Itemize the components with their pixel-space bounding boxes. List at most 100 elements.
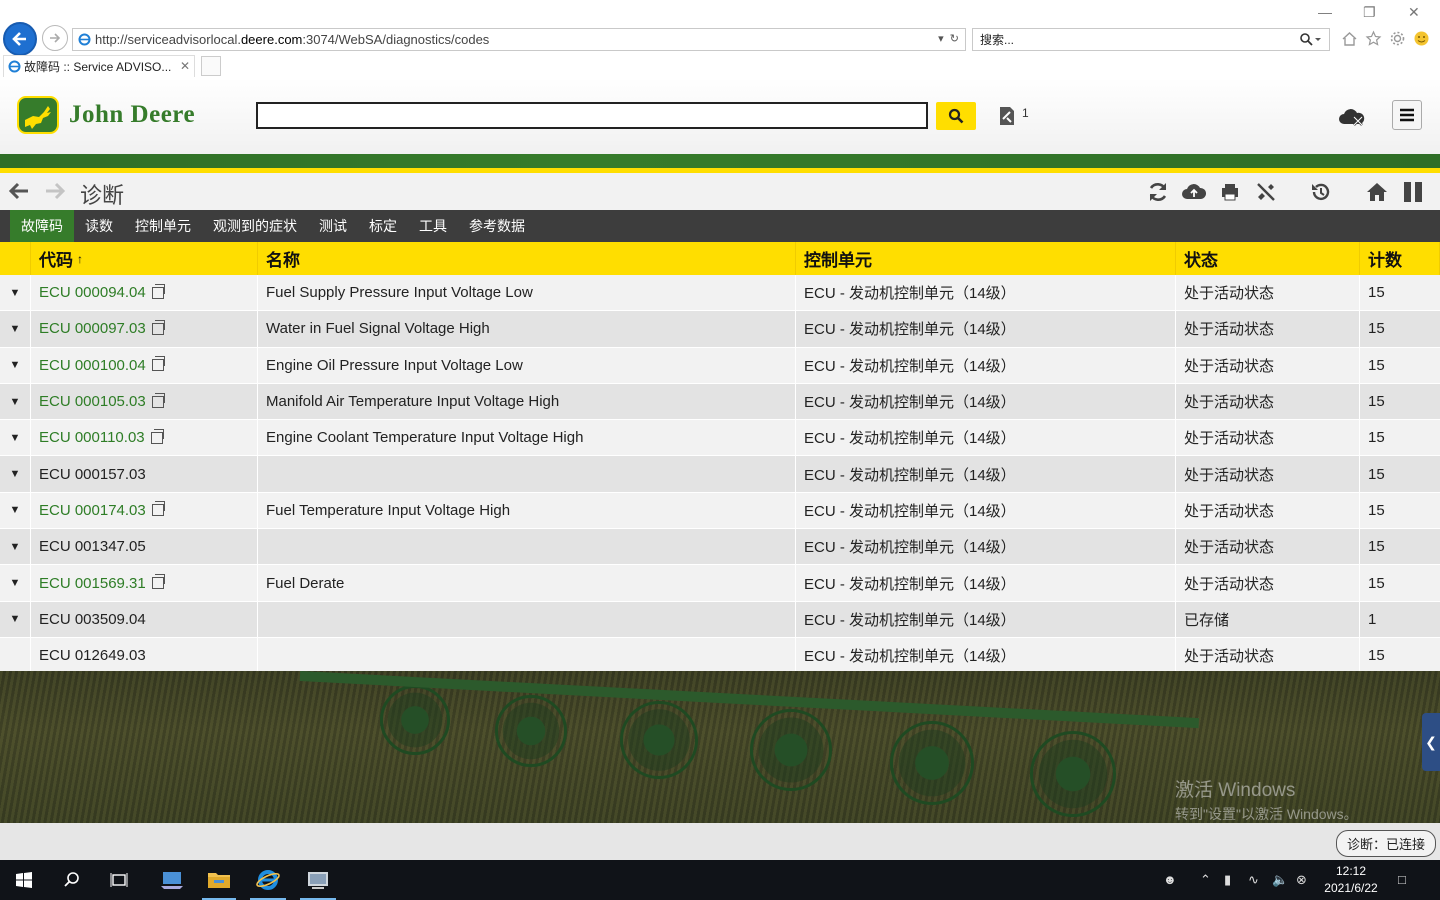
- nav-back-icon[interactable]: [8, 181, 30, 201]
- expand-row-icon[interactable]: ▼: [0, 347, 31, 383]
- taskbar-app-remote-icon[interactable]: [150, 860, 194, 900]
- taskbar-internet-explorer-icon[interactable]: [246, 860, 290, 900]
- tab-tools[interactable]: 工具: [408, 210, 458, 242]
- restore-icon[interactable]: ❐: [1363, 4, 1376, 21]
- fault-code[interactable]: ECU 000110.03: [39, 429, 145, 446]
- name-cell: Engine Oil Pressure Input Voltage Low: [258, 347, 796, 383]
- people-icon[interactable]: ☻: [1163, 872, 1177, 887]
- tab-calibrations[interactable]: 标定: [358, 210, 408, 242]
- browser-search-input[interactable]: 搜索...: [972, 28, 1330, 51]
- pause-icon[interactable]: [1400, 179, 1426, 205]
- table-row[interactable]: ▼ ECU 000110.03 Engine Coolant Temperature…: [0, 420, 1440, 457]
- new-tab-button[interactable]: [201, 56, 221, 76]
- home-icon[interactable]: [1364, 179, 1390, 205]
- taskbar-search-icon[interactable]: [56, 860, 88, 900]
- tab-observed-symptoms[interactable]: 观测到的症状: [202, 210, 308, 242]
- expand-row-icon[interactable]: ▼: [0, 383, 31, 420]
- header-status[interactable]: 状态: [1176, 242, 1360, 275]
- fault-code[interactable]: ECU 001569.31: [39, 575, 146, 592]
- table-row[interactable]: ▼ ECU 001347.05 ECU - 发动机控制单元（14级） 处于活动状态 15: [0, 529, 1440, 566]
- table-row[interactable]: ▼ ECU 001569.31 Fuel Derate ECU - 发动机控制单元（1…: [0, 565, 1440, 602]
- print-icon[interactable]: [1217, 179, 1243, 205]
- expand-row-icon[interactable]: ▼: [0, 275, 31, 311]
- copy-icon[interactable]: [151, 283, 165, 299]
- search-button[interactable]: [936, 102, 976, 130]
- tab-tests[interactable]: 测试: [308, 210, 358, 242]
- cloud-disconnected-button[interactable]: [1338, 107, 1366, 132]
- table-row[interactable]: ▼ ECU 000105.03 Manifold Air Temperature I…: [0, 383, 1440, 421]
- address-dropdown-refresh-icon[interactable]: ▾ ↻: [938, 32, 959, 45]
- header-count[interactable]: 计数: [1360, 242, 1440, 275]
- main-search-input[interactable]: [256, 102, 928, 129]
- header-code[interactable]: 代码 ↑: [31, 242, 258, 275]
- copy-icon[interactable]: [151, 392, 165, 408]
- nav-forward-icon[interactable]: [44, 181, 66, 201]
- tab-reference-data[interactable]: 参考数据: [458, 210, 536, 242]
- john-deere-logo[interactable]: John Deere: [17, 96, 195, 134]
- fault-code[interactable]: ECU 000174.03: [39, 502, 146, 519]
- fault-code[interactable]: ECU 000094.04: [39, 284, 146, 301]
- table-row[interactable]: ▼ ECU 000097.03 Water in Fuel Signal Volta…: [0, 311, 1440, 348]
- fault-code[interactable]: ECU 000105.03: [39, 393, 146, 410]
- fault-code[interactable]: ECU 000100.04: [39, 357, 146, 374]
- status-cell: 处于活动状态: [1176, 311, 1360, 347]
- tray-chevron-icon[interactable]: ⌃: [1200, 872, 1211, 888]
- table-row[interactable]: ▼ ECU 000174.03 Fuel Temperature Input Vol…: [0, 492, 1440, 530]
- tab-control-units[interactable]: 控制单元: [124, 210, 202, 242]
- copy-icon[interactable]: [150, 428, 164, 444]
- expand-row-icon[interactable]: ▼: [0, 601, 31, 637]
- expand-row-icon[interactable]: ▼: [0, 311, 31, 347]
- code-cell: ECU 000100.04: [31, 347, 258, 383]
- table-row[interactable]: ▼ ECU 000094.04 Fuel Supply Pressure Input…: [0, 275, 1440, 312]
- settings-gear-icon[interactable]: [1388, 29, 1406, 47]
- name-cell: Fuel Temperature Input Voltage High: [258, 492, 796, 529]
- minimize-icon[interactable]: —: [1318, 4, 1332, 20]
- taskbar-clock[interactable]: 12:12 2021/6/22: [1318, 863, 1384, 897]
- home-icon[interactable]: [1340, 29, 1358, 47]
- network-icon[interactable]: ∿: [1248, 872, 1259, 888]
- expand-row-icon[interactable]: ▼: [0, 565, 31, 601]
- header-control-unit[interactable]: 控制单元: [796, 242, 1176, 275]
- expand-row-icon[interactable]: ▼: [0, 492, 31, 529]
- browser-tab-active[interactable]: 故障码 :: Service ADVISO... ✕: [3, 55, 195, 77]
- close-window-icon[interactable]: ✕: [1408, 4, 1420, 21]
- feedback-smiley-icon[interactable]: [1412, 29, 1430, 47]
- notifications-icon[interactable]: □: [1398, 872, 1406, 887]
- tab-fault-codes[interactable]: 故障码: [10, 210, 74, 242]
- table-row[interactable]: ▼ ECU 000157.03 ECU - 发动机控制单元（14级） 处于活动状态 15: [0, 456, 1440, 493]
- browser-forward-button[interactable]: [42, 25, 68, 51]
- close-tab-icon[interactable]: ✕: [180, 59, 190, 73]
- taskbar-service-advisor-icon[interactable]: [296, 860, 340, 900]
- browser-back-button[interactable]: [3, 22, 37, 56]
- battery-icon[interactable]: ▮: [1224, 872, 1231, 888]
- table-row[interactable]: ▼ ECU 000100.04 Engine Oil Pressure Input …: [0, 347, 1440, 384]
- tab-readings[interactable]: 读数: [74, 210, 124, 242]
- expand-row-icon[interactable]: ▼: [0, 456, 31, 492]
- search-icon[interactable]: [1299, 32, 1321, 47]
- fault-code[interactable]: ECU 000097.03: [39, 320, 146, 337]
- input-method-icon[interactable]: ⊗: [1296, 872, 1307, 888]
- task-view-icon[interactable]: [103, 860, 135, 900]
- taskbar-file-explorer-icon[interactable]: [198, 860, 240, 900]
- expand-row-icon[interactable]: ▼: [0, 420, 31, 456]
- header-name[interactable]: 名称: [258, 242, 796, 275]
- start-windows-icon[interactable]: [8, 860, 40, 900]
- copy-icon[interactable]: [151, 501, 165, 517]
- copy-icon[interactable]: [151, 574, 165, 590]
- hamburger-menu-button[interactable]: [1392, 100, 1422, 130]
- workspace-cart[interactable]: 1: [998, 106, 1029, 126]
- cloud-upload-icon[interactable]: [1181, 179, 1207, 205]
- history-icon[interactable]: [1308, 179, 1334, 205]
- copy-icon[interactable]: [151, 319, 165, 335]
- copy-icon[interactable]: [151, 356, 165, 372]
- expand-row-icon[interactable]: [0, 637, 31, 674]
- address-bar[interactable]: http://serviceadvisorlocal. deere.com:307…: [72, 28, 966, 51]
- volume-icon[interactable]: 🔈: [1272, 872, 1288, 888]
- disconnect-plug-icon[interactable]: [1253, 179, 1279, 205]
- expand-row-icon[interactable]: ▼: [0, 529, 31, 565]
- refresh-icon[interactable]: [1145, 179, 1171, 205]
- table-row[interactable]: ECU 012649.03 ECU - 发动机控制单元（14级） 处于活动状态 15: [0, 637, 1440, 675]
- side-panel-toggle[interactable]: ❮: [1422, 713, 1440, 771]
- table-row[interactable]: ▼ ECU 003509.04 ECU - 发动机控制单元（14级） 已存储 1: [0, 601, 1440, 638]
- favorites-star-icon[interactable]: [1364, 29, 1382, 47]
